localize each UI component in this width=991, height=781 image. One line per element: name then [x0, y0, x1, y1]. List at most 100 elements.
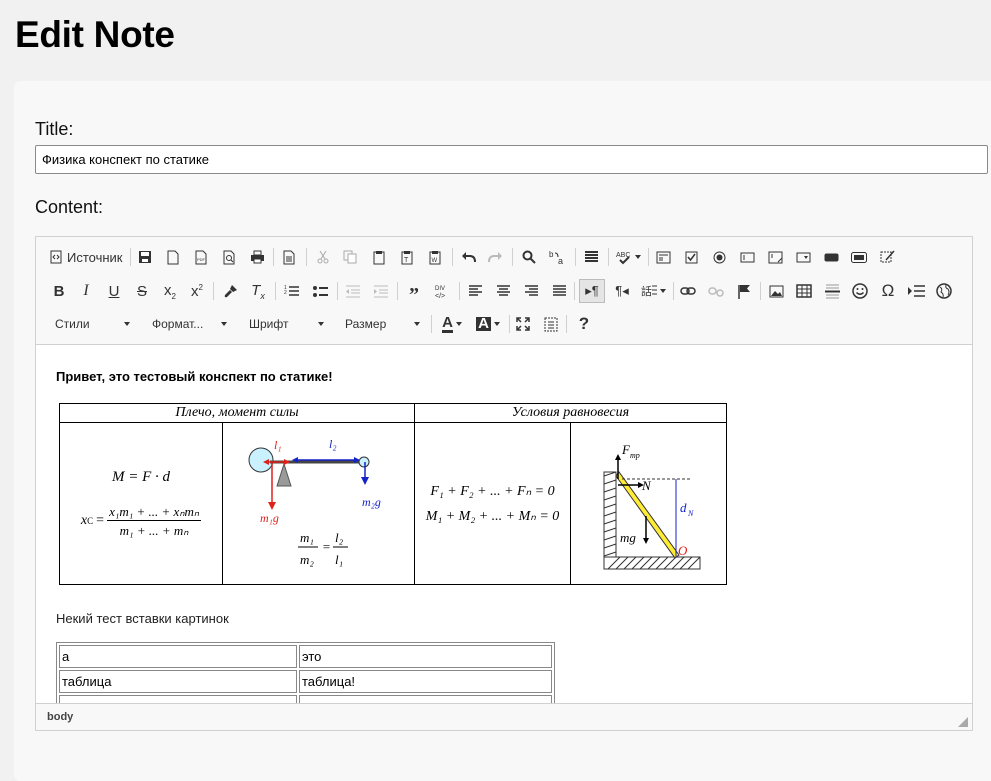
ltr-button[interactable]: ▸¶ — [579, 279, 605, 303]
copy-button[interactable] — [341, 245, 359, 269]
export-pdf-button[interactable]: PDF — [192, 245, 210, 269]
paste-word-icon: W — [429, 250, 441, 264]
find-button[interactable] — [520, 245, 538, 269]
styles-combo[interactable]: Стили — [49, 312, 134, 336]
select-field-button[interactable] — [794, 245, 812, 269]
preview-button[interactable] — [220, 245, 238, 269]
intro-text: Привет, это тестовый конспект по статике… — [56, 369, 333, 384]
align-right-button[interactable] — [522, 279, 540, 303]
button-field-button[interactable] — [822, 245, 840, 269]
table-cell: таблица — [59, 670, 297, 693]
m1g-label: m₁g — [260, 511, 279, 525]
toolbar-separator — [431, 315, 432, 333]
print-button[interactable] — [248, 245, 266, 269]
page-break-button[interactable] — [907, 279, 925, 303]
maximize-icon — [516, 317, 530, 331]
source-button[interactable]: Источник — [49, 245, 123, 269]
blockquote-button[interactable]: ” — [404, 279, 424, 306]
bulleted-list-button[interactable] — [311, 279, 329, 303]
outdent-button[interactable] — [343, 279, 361, 303]
element-path[interactable]: body — [47, 711, 73, 723]
paste-text-button[interactable]: T — [398, 245, 416, 269]
paste-word-button[interactable]: W — [426, 245, 444, 269]
bg-color-button[interactable]: A — [474, 312, 502, 336]
anchor-button[interactable] — [735, 279, 753, 303]
toolbar-separator — [275, 282, 276, 300]
bold-button[interactable]: B — [50, 279, 68, 303]
ladder-diagram: F тр N mg d N O — [603, 442, 700, 569]
numbered-list-icon: 12 — [284, 285, 299, 296]
form-button[interactable] — [654, 245, 672, 269]
source-icon — [49, 250, 63, 264]
chevron-down-icon — [659, 289, 666, 293]
table-button[interactable] — [795, 279, 813, 303]
underline-button[interactable]: U — [105, 279, 123, 303]
checkbox-button[interactable] — [682, 245, 700, 269]
indent-button[interactable] — [371, 279, 389, 303]
image-button-field-button[interactable] — [850, 245, 868, 269]
maximize-button[interactable] — [514, 312, 532, 336]
cut-button[interactable] — [314, 245, 332, 269]
paste-button[interactable] — [370, 245, 388, 269]
justify-button[interactable] — [550, 279, 568, 303]
help-button[interactable]: ? — [575, 312, 593, 336]
align-left-button[interactable] — [466, 279, 484, 303]
textarea-button[interactable] — [766, 245, 784, 269]
radio-button[interactable] — [710, 245, 728, 269]
chevron-down-icon — [318, 322, 324, 326]
new-page-button[interactable] — [164, 245, 182, 269]
editor-content[interactable]: Привет, это тестовый конспект по статике… — [36, 346, 972, 704]
image-button[interactable] — [767, 279, 785, 303]
select-all-button[interactable] — [581, 245, 601, 269]
toolbar-separator — [566, 315, 567, 333]
bg-color-icon: A — [476, 315, 491, 332]
lever-diagram: l₁ l₂ m₁g m₂g m₁ m₂ = l₂ l₁ — [248, 437, 380, 567]
templates-button[interactable] — [280, 245, 298, 269]
language-button[interactable]: 話 — [639, 279, 667, 303]
format-combo[interactable]: Формат... — [146, 312, 231, 336]
smiley-button[interactable] — [851, 279, 869, 303]
svg-text:=: = — [322, 539, 331, 554]
font-combo[interactable]: Шрифт — [243, 312, 328, 336]
horizontal-rule-button[interactable] — [823, 279, 841, 303]
subscript-button[interactable]: x2 — [161, 279, 179, 303]
spellcheck-button[interactable]: ABC — [614, 245, 642, 269]
hidden-field-icon — [880, 250, 895, 263]
rtl-button[interactable]: ¶◂ — [613, 279, 631, 303]
hidden-field-button[interactable] — [878, 245, 896, 269]
toolbar-separator — [608, 248, 609, 266]
link-button[interactable] — [679, 279, 697, 303]
align-center-button[interactable] — [494, 279, 512, 303]
unlink-button[interactable] — [707, 279, 725, 303]
table-header-moment: Плечо, момент силы — [59, 403, 415, 423]
superscript-button[interactable]: x2 — [188, 279, 206, 303]
search-icon — [522, 250, 536, 264]
save-icon — [139, 251, 151, 263]
save-button[interactable] — [136, 245, 154, 269]
copy-format-button[interactable] — [221, 279, 239, 303]
bulleted-list-icon — [312, 285, 328, 297]
size-combo[interactable]: Размер — [339, 312, 424, 336]
text-field-button[interactable] — [738, 245, 756, 269]
toolbar-separator — [213, 282, 214, 300]
replace-button[interactable]: ba — [547, 245, 567, 269]
iframe-button[interactable] — [935, 279, 953, 303]
editor-statusbar: body — [36, 703, 972, 730]
show-blocks-button[interactable] — [542, 312, 560, 336]
table-cell: это — [299, 645, 552, 668]
strike-button[interactable]: S — [133, 279, 151, 303]
undo-button[interactable] — [459, 245, 477, 269]
remove-format-button[interactable]: Tx — [249, 279, 267, 303]
italic-button[interactable]: I — [77, 279, 95, 303]
ratio-l2: l₂ — [335, 530, 344, 545]
redo-button[interactable] — [486, 245, 504, 269]
templates-icon — [283, 250, 295, 264]
numbered-list-button[interactable]: 12 — [282, 279, 300, 303]
text-color-button[interactable]: A — [438, 312, 466, 336]
title-input[interactable] — [35, 145, 988, 174]
table-cell: таблица! — [299, 670, 552, 693]
special-char-button[interactable]: Ω — [879, 279, 897, 303]
toolbar-separator — [512, 248, 513, 266]
div-container-button[interactable]: DIV </> — [432, 279, 452, 303]
resize-grip-icon[interactable] — [958, 717, 968, 727]
